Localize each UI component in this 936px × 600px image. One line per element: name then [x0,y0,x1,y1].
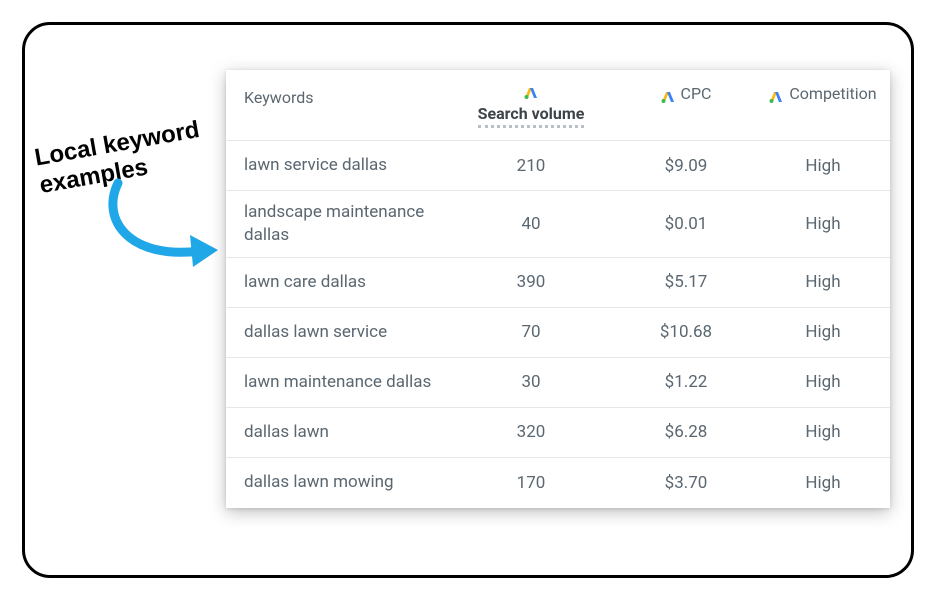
cell-search-volume: 320 [446,422,616,442]
cell-cpc: $10.68 [616,322,756,342]
column-header-search-volume: Search volume [446,84,616,128]
cell-keyword: landscape maintenance dallas [226,201,446,247]
cell-competition: High [756,272,890,292]
cell-search-volume: 210 [446,156,616,176]
cell-keyword: dallas lawn mowing [226,471,446,494]
cell-competition: High [756,214,890,234]
competition-label: Competition [789,84,876,103]
cell-cpc: $9.09 [616,156,756,176]
keyword-table: Keywords Search volume CPC [226,70,890,508]
cell-keyword: lawn maintenance dallas [226,371,446,394]
cell-search-volume: 390 [446,272,616,292]
cell-search-volume: 70 [446,322,616,342]
cell-competition: High [756,156,890,176]
column-header-keywords: Keywords [226,84,446,107]
column-header-cpc: CPC [616,84,756,103]
search-volume-label: Search volume [478,104,585,128]
cell-cpc: $0.01 [616,214,756,234]
cell-keyword: dallas lawn service [226,321,446,344]
cell-competition: High [756,473,890,493]
google-ads-icon [769,88,783,100]
cell-competition: High [756,422,890,442]
table-row: landscape maintenance dallas40$0.01High [226,191,890,258]
cell-cpc: $3.70 [616,473,756,493]
table-row: dallas lawn service70$10.68High [226,308,890,358]
column-header-competition: Competition [756,84,890,103]
table-row: dallas lawn mowing170$3.70High [226,458,890,508]
cell-keyword: dallas lawn [226,421,446,444]
cell-keyword: lawn care dallas [226,271,446,294]
arrow-icon [90,165,225,285]
table-row: lawn service dallas210$9.09High [226,141,890,191]
table-header-row: Keywords Search volume CPC [226,70,890,141]
cpc-label: CPC [681,84,712,103]
google-ads-icon [524,84,538,96]
cell-search-volume: 40 [446,214,616,234]
cell-search-volume: 30 [446,372,616,392]
cell-competition: High [756,322,890,342]
table-row: lawn maintenance dallas30$1.22High [226,358,890,408]
cell-keyword: lawn service dallas [226,154,446,177]
cell-competition: High [756,372,890,392]
table-row: dallas lawn320$6.28High [226,408,890,458]
cell-cpc: $6.28 [616,422,756,442]
table-row: lawn care dallas390$5.17High [226,258,890,308]
google-ads-icon [661,88,675,100]
table-body: lawn service dallas210$9.09Highlandscape… [226,141,890,508]
cell-search-volume: 170 [446,473,616,493]
cell-cpc: $1.22 [616,372,756,392]
cell-cpc: $5.17 [616,272,756,292]
